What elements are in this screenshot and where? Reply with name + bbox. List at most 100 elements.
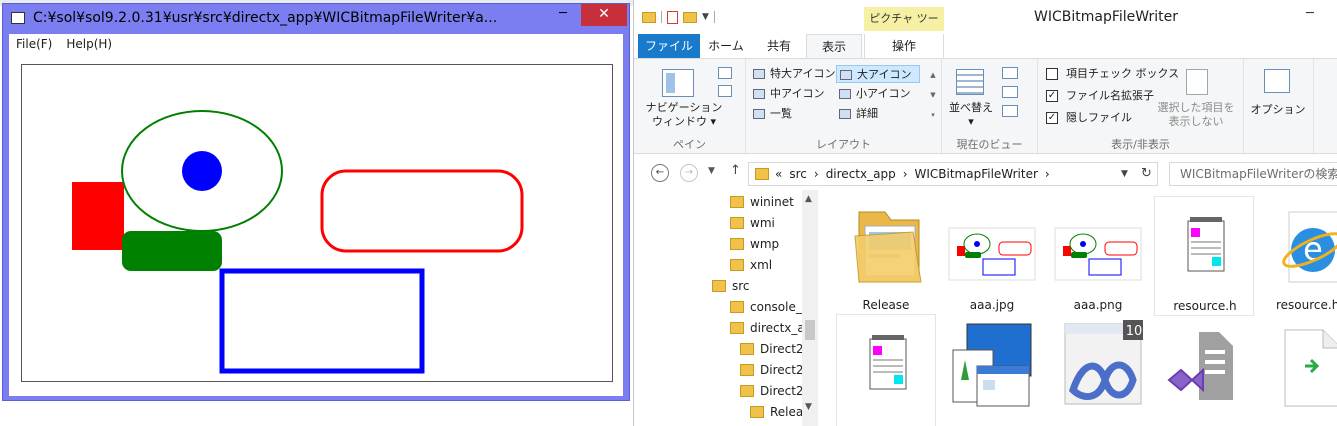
options-icon[interactable] — [1264, 69, 1290, 93]
scroll-up-icon[interactable]: ▲ — [805, 194, 812, 204]
app-window-icon[interactable] — [11, 12, 25, 24]
file-item[interactable]: aaa.jpg — [942, 196, 1042, 316]
ribbon: ナビゲーション ウィンドウ ▾ ペイン 特大アイコン 大アイコン 中アイコン 小… — [634, 58, 1337, 155]
hide-selected-button[interactable]: 選択した項目を 表示しない — [1154, 101, 1238, 129]
properties-icon[interactable] — [667, 10, 678, 24]
folder-icon[interactable] — [642, 11, 656, 23]
folder-icon — [730, 259, 744, 271]
file-item[interactable]: 10 — [1048, 314, 1148, 426]
layout-large-icons[interactable]: 大アイコン — [836, 65, 920, 83]
search-input[interactable]: WICBitmapFileWriterの検索 — [1169, 162, 1337, 186]
medium-icons-icon — [753, 89, 765, 99]
app-minimize-button[interactable]: ─ — [550, 4, 576, 26]
navigation-pane-icon[interactable] — [662, 69, 694, 97]
layout-small-icons[interactable]: 小アイコン — [836, 85, 910, 103]
tree-item-label: wininet — [750, 195, 794, 209]
up-button[interactable]: ↑ — [730, 163, 741, 178]
folder-icon — [730, 217, 744, 229]
recent-locations-dropdown-icon[interactable]: ▼ — [708, 166, 715, 176]
tab-file[interactable]: ファイル — [638, 34, 700, 58]
sort-icon[interactable] — [956, 69, 984, 95]
tab-view[interactable]: 表示 — [806, 34, 862, 58]
sort-by-dropdown-icon: ▾ — [968, 115, 974, 128]
picture-tools-context-tab: ピクチャ ツール — [864, 7, 944, 49]
quick-access-toolbar: ▼ — [642, 8, 715, 26]
breadcrumb-separator[interactable]: › — [903, 167, 908, 181]
checkbox[interactable]: ✓ — [1046, 90, 1058, 102]
tree-scrollbar[interactable]: ▲ ▼ — [802, 190, 818, 426]
file-item[interactable]: e resource.ht — [1260, 196, 1337, 316]
item-check-boxes-toggle[interactable]: 項目チェック ボックス — [1046, 65, 1179, 83]
tree-item[interactable]: directx_ap — [730, 318, 802, 338]
tree-item[interactable]: console_ap — [730, 297, 802, 317]
tree-item[interactable]: wmp — [730, 234, 802, 254]
tree-item[interactable]: Direct2D — [740, 360, 802, 380]
explorer-title-bar[interactable]: ▼ ピクチャ ツール WICBitmapFileWriter ─ — [634, 0, 1337, 49]
group-label-pane: ペイン — [673, 138, 706, 151]
add-columns-icon[interactable] — [1002, 86, 1018, 98]
tree-item-label: src — [732, 279, 750, 293]
app-title-bar[interactable]: C:¥sol¥sol9.2.0.31¥usr¥src¥directx_app¥W… — [3, 4, 629, 32]
app-close-button[interactable]: ✕ — [581, 4, 627, 26]
file-item[interactable] — [1260, 314, 1337, 426]
menu-help[interactable]: Help(H) — [59, 34, 119, 54]
breadcrumb-overflow[interactable]: « — [775, 167, 782, 181]
customize-dropdown-icon[interactable]: ▼ — [702, 12, 709, 22]
preview-pane-icon[interactable] — [718, 67, 732, 79]
breadcrumb-separator[interactable]: › — [1045, 167, 1050, 181]
back-button[interactable]: ← — [651, 164, 669, 182]
file-item[interactable] — [1154, 314, 1254, 426]
refresh-icon[interactable]: ↻ — [1141, 163, 1152, 185]
breadcrumb: « src › directx_app › WICBitmapFileWriter › — [775, 163, 1057, 185]
file-item[interactable] — [942, 314, 1042, 426]
breadcrumb-separator[interactable]: › — [814, 167, 819, 181]
breadcrumb-directx-app[interactable]: directx_app — [826, 167, 896, 181]
menu-file[interactable]: File(F) — [9, 34, 59, 54]
hidden-items-toggle[interactable]: ✓ 隠しファイル — [1046, 109, 1132, 127]
checkbox-label: ファイル名拡張子 — [1066, 89, 1154, 102]
address-history-dropdown-icon[interactable]: ▼ — [1121, 163, 1128, 185]
size-columns-icon[interactable] — [1002, 105, 1018, 117]
folder-icon — [712, 280, 726, 292]
forward-button[interactable]: → — [680, 164, 698, 182]
tree-item[interactable]: Direct2D — [740, 339, 802, 359]
layout-gallery-scroll[interactable]: ▲ ▼ ▾ — [928, 65, 938, 127]
scroll-thumb[interactable] — [805, 320, 815, 340]
options-button[interactable]: オプション — [1246, 101, 1310, 117]
navigation-pane-button[interactable]: ナビゲーション ウィンドウ ▾ — [644, 101, 724, 129]
layout-details[interactable]: 詳細 — [836, 105, 878, 123]
large-icons-icon — [840, 70, 852, 80]
tree-item-label: Direct2D — [760, 384, 802, 398]
file-item[interactable]: aaa.png — [1048, 196, 1148, 316]
details-pane-icon[interactable] — [718, 85, 732, 97]
tab-manage[interactable]: 操作 — [864, 34, 944, 58]
new-folder-icon[interactable] — [683, 11, 697, 23]
tree-item[interactable]: src — [712, 276, 802, 296]
file-name: resource.h — [1173, 299, 1237, 313]
tab-share[interactable]: 共有 — [754, 34, 804, 58]
sort-by-button[interactable]: 並べ替え ▾ — [946, 101, 996, 129]
breadcrumb-src[interactable]: src — [789, 167, 807, 181]
tree-item[interactable]: Direct2D — [740, 381, 802, 401]
address-field[interactable]: «src › directx_app › WICBitmapFileWriter › ▼ … — [748, 162, 1158, 186]
tree-item[interactable]: wininet — [730, 192, 802, 212]
layout-extra-large-icons[interactable]: 特大アイコン — [750, 65, 835, 83]
layout-list[interactable]: 一覧 — [750, 105, 792, 123]
hide-selected-icon[interactable] — [1186, 69, 1208, 95]
file-item[interactable]: resource.h — [1154, 196, 1254, 316]
breadcrumb-wicbitmapfilewriter[interactable]: WICBitmapFileWriter — [915, 167, 1038, 181]
group-by-icon[interactable] — [1002, 67, 1018, 79]
file-item[interactable]: Release — [836, 196, 936, 316]
checkbox[interactable] — [1046, 68, 1058, 80]
scroll-down-icon[interactable]: ▼ — [805, 402, 812, 412]
sort-by-label: 並べ替え — [949, 101, 993, 114]
tree-item[interactable]: xml — [730, 255, 802, 275]
layout-medium-icons[interactable]: 中アイコン — [750, 85, 824, 103]
tree-item[interactable]: wmi — [730, 213, 802, 233]
file-extensions-toggle[interactable]: ✓ ファイル名拡張子 — [1046, 87, 1154, 105]
tab-home[interactable]: ホーム — [700, 34, 752, 58]
file-item[interactable] — [836, 314, 936, 426]
checkbox[interactable]: ✓ — [1046, 112, 1058, 124]
explorer-minimize-button[interactable]: ─ — [1306, 6, 1314, 21]
tree-item[interactable]: Releas — [750, 402, 802, 422]
